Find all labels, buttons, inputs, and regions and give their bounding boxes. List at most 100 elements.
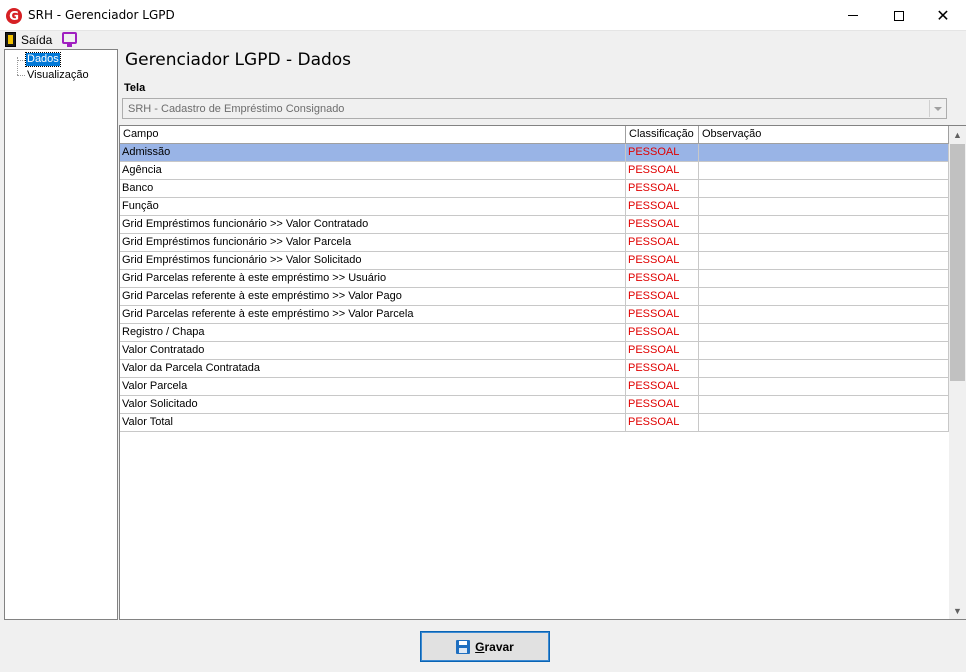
cell-classificacao[interactable]: PESSOAL xyxy=(626,306,699,323)
close-button[interactable]: ✕ xyxy=(920,0,966,31)
table-row[interactable]: Grid Empréstimos funcionário >> Valor Pa… xyxy=(120,234,949,252)
save-button[interactable]: Gravar xyxy=(420,631,550,662)
cell-observacao[interactable] xyxy=(699,306,949,323)
table-row[interactable]: Grid Empréstimos funcionário >> Valor Co… xyxy=(120,216,949,234)
cell-classificacao[interactable]: PESSOAL xyxy=(626,180,699,197)
cell-classificacao[interactable]: PESSOAL xyxy=(626,288,699,305)
chevron-down-icon[interactable] xyxy=(929,100,945,117)
cell-observacao[interactable] xyxy=(699,162,949,179)
page-title: Gerenciador LGPD - Dados xyxy=(125,50,352,70)
cell-campo[interactable]: Registro / Chapa xyxy=(120,324,626,341)
cell-campo[interactable]: Valor Total xyxy=(120,414,626,431)
cell-campo[interactable]: Banco xyxy=(120,180,626,197)
cell-campo[interactable]: Valor Solicitado xyxy=(120,396,626,413)
scroll-thumb[interactable] xyxy=(950,144,965,381)
cell-campo[interactable]: Grid Empréstimos funcionário >> Valor Pa… xyxy=(120,234,626,251)
save-button-accel: G xyxy=(475,639,485,654)
cell-campo[interactable]: Grid Parcelas referente à este empréstim… xyxy=(120,288,626,305)
column-header-observacao[interactable]: Observação xyxy=(699,126,949,144)
cell-observacao[interactable] xyxy=(699,144,949,161)
cell-classificacao[interactable]: PESSOAL xyxy=(626,252,699,269)
cell-campo[interactable]: Valor Parcela xyxy=(120,378,626,395)
fields-grid: Campo Classificação Observação Admissão P… xyxy=(119,125,966,620)
navigation-tree: Dados Visualização xyxy=(4,49,118,620)
grid-rows: Admissão PESSOAL Agência PESSOAL Banco PESSOA… xyxy=(120,144,949,432)
cell-observacao[interactable] xyxy=(699,324,949,341)
save-button-label: ravar xyxy=(484,639,514,654)
tree-connector xyxy=(17,75,25,76)
cell-classificacao[interactable]: PESSOAL xyxy=(626,360,699,377)
table-row[interactable]: Valor Total PESSOAL xyxy=(120,414,949,432)
table-row[interactable]: Banco PESSOAL xyxy=(120,180,949,198)
vertical-scrollbar[interactable]: ▲ ▼ xyxy=(949,126,966,619)
exit-menu-item[interactable]: Saída xyxy=(21,33,52,47)
cell-campo[interactable]: Valor Contratado xyxy=(120,342,626,359)
cell-classificacao[interactable]: PESSOAL xyxy=(626,234,699,251)
menu-bar: Saída xyxy=(0,31,966,49)
minimize-button[interactable] xyxy=(830,0,876,31)
cell-classificacao[interactable]: PESSOAL xyxy=(626,270,699,287)
floppy-disk-icon xyxy=(456,639,471,654)
tela-select[interactable]: SRH - Cadastro de Empréstimo Consignado xyxy=(122,98,947,119)
column-header-classificacao[interactable]: Classificação xyxy=(626,126,699,144)
cell-classificacao[interactable]: PESSOAL xyxy=(626,162,699,179)
srh-logo-icon: G xyxy=(6,8,22,24)
maximize-button[interactable] xyxy=(876,0,922,31)
cell-observacao[interactable] xyxy=(699,414,949,431)
cell-campo[interactable]: Grid Empréstimos funcionário >> Valor So… xyxy=(120,252,626,269)
table-row[interactable]: Valor da Parcela Contratada PESSOAL xyxy=(120,360,949,378)
table-row[interactable]: Grid Parcelas referente à este empréstim… xyxy=(120,306,949,324)
scroll-up-icon[interactable]: ▲ xyxy=(949,126,966,143)
table-row[interactable]: Grid Parcelas referente à este empréstim… xyxy=(120,270,949,288)
table-row[interactable]: Registro / Chapa PESSOAL xyxy=(120,324,949,342)
cell-observacao[interactable] xyxy=(699,198,949,215)
cell-observacao[interactable] xyxy=(699,396,949,413)
cell-observacao[interactable] xyxy=(699,342,949,359)
table-row[interactable]: Grid Parcelas referente à este empréstim… xyxy=(120,288,949,306)
cell-observacao[interactable] xyxy=(699,270,949,287)
column-header-campo[interactable]: Campo xyxy=(120,126,626,144)
cell-observacao[interactable] xyxy=(699,360,949,377)
cell-campo[interactable]: Função xyxy=(120,198,626,215)
exit-door-icon[interactable] xyxy=(5,32,16,47)
table-row[interactable]: Valor Contratado PESSOAL xyxy=(120,342,949,360)
cell-campo[interactable]: Grid Parcelas referente à este empréstim… xyxy=(120,270,626,287)
cell-classificacao[interactable]: PESSOAL xyxy=(626,198,699,215)
tela-label: Tela xyxy=(124,82,146,94)
window-title: SRH - Gerenciador LGPD xyxy=(28,8,175,22)
cell-campo[interactable]: Grid Empréstimos funcionário >> Valor Co… xyxy=(120,216,626,233)
table-row[interactable]: Agência PESSOAL xyxy=(120,162,949,180)
close-icon: ✕ xyxy=(936,5,950,25)
cell-observacao[interactable] xyxy=(699,252,949,269)
monitor-icon[interactable] xyxy=(62,32,77,47)
cell-campo[interactable]: Admissão xyxy=(120,144,626,161)
cell-classificacao[interactable]: PESSOAL xyxy=(626,342,699,359)
minimize-icon xyxy=(848,15,858,16)
table-row[interactable]: Valor Parcela PESSOAL xyxy=(120,378,949,396)
cell-classificacao[interactable]: PESSOAL xyxy=(626,324,699,341)
table-row[interactable]: Função PESSOAL xyxy=(120,198,949,216)
tree-item-visualizacao[interactable]: Visualização xyxy=(26,69,90,82)
cell-observacao[interactable] xyxy=(699,288,949,305)
title-bar: G SRH - Gerenciador LGPD ✕ xyxy=(0,0,966,31)
scroll-down-icon[interactable]: ▼ xyxy=(949,602,966,619)
tela-select-value: SRH - Cadastro de Empréstimo Consignado xyxy=(128,103,345,115)
tree-connector xyxy=(17,60,25,61)
cell-campo[interactable]: Agência xyxy=(120,162,626,179)
cell-classificacao[interactable]: PESSOAL xyxy=(626,144,699,161)
table-row[interactable]: Valor Solicitado PESSOAL xyxy=(120,396,949,414)
tree-item-dados[interactable]: Dados xyxy=(25,52,61,67)
table-row[interactable]: Grid Empréstimos funcionário >> Valor So… xyxy=(120,252,949,270)
cell-observacao[interactable] xyxy=(699,234,949,251)
cell-classificacao[interactable]: PESSOAL xyxy=(626,396,699,413)
cell-campo[interactable]: Valor da Parcela Contratada xyxy=(120,360,626,377)
cell-observacao[interactable] xyxy=(699,378,949,395)
cell-classificacao[interactable]: PESSOAL xyxy=(626,414,699,431)
maximize-icon xyxy=(894,10,904,21)
cell-classificacao[interactable]: PESSOAL xyxy=(626,216,699,233)
cell-observacao[interactable] xyxy=(699,216,949,233)
cell-classificacao[interactable]: PESSOAL xyxy=(626,378,699,395)
cell-observacao[interactable] xyxy=(699,180,949,197)
cell-campo[interactable]: Grid Parcelas referente à este empréstim… xyxy=(120,306,626,323)
table-row[interactable]: Admissão PESSOAL xyxy=(120,144,949,162)
